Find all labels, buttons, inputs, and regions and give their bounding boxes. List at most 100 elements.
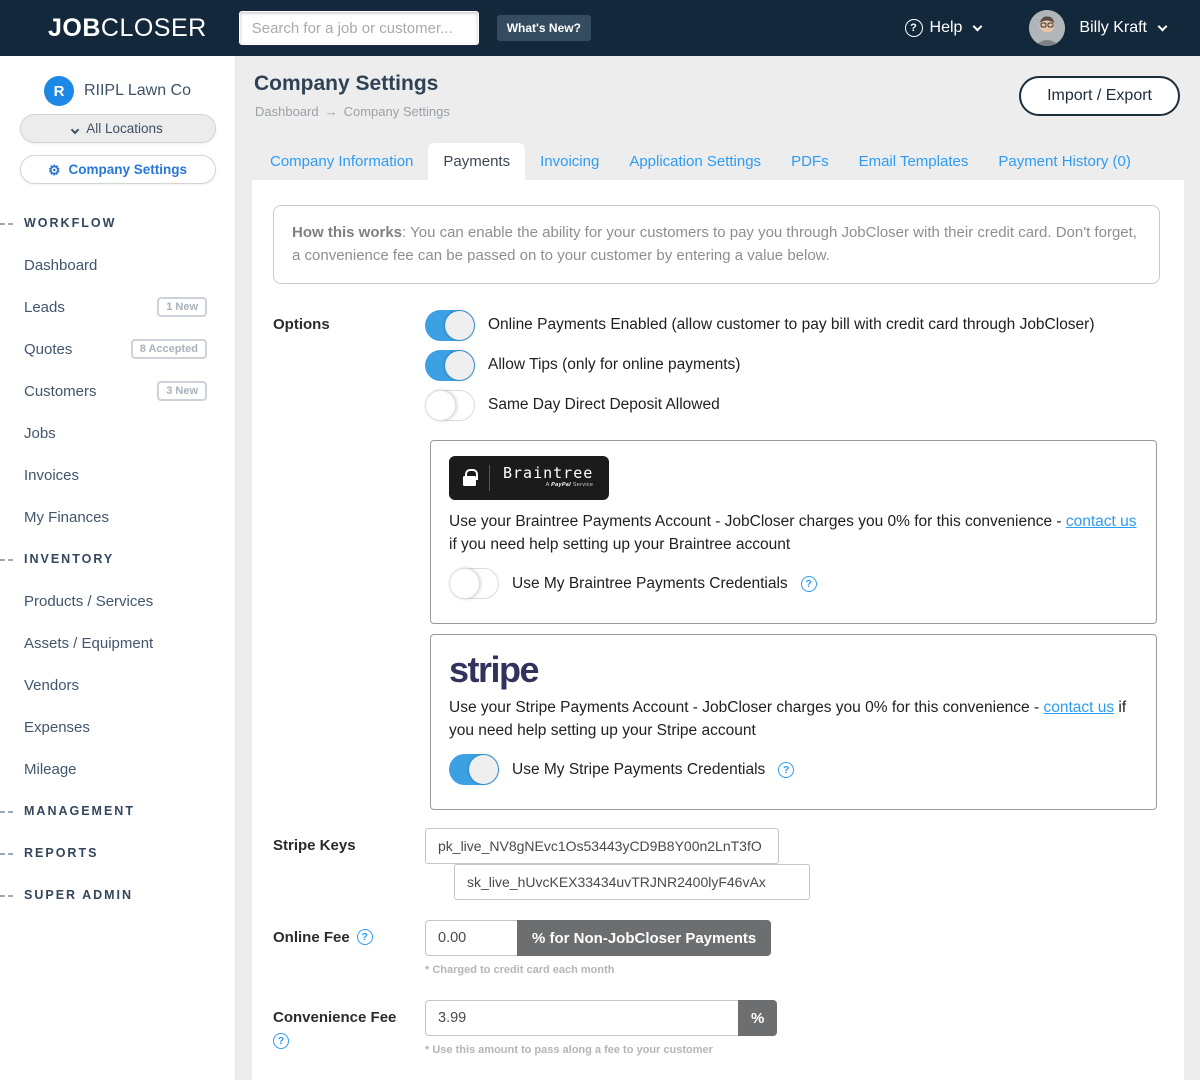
company-logo: R [44, 76, 74, 106]
tab-email-templates[interactable]: Email Templates [844, 143, 984, 180]
main-area: Company Settings Dashboard → Company Setti… [236, 56, 1200, 1080]
convenience-fee-label-row: Convenience Fee ? [273, 1000, 425, 1056]
whats-new-button[interactable]: What's New? [497, 15, 591, 41]
page-header: Company Settings Dashboard → Company Setti… [236, 56, 1200, 180]
how-this-works-note: How this works: You can enable the abili… [273, 205, 1160, 284]
tab-application-settings[interactable]: Application Settings [614, 143, 776, 180]
logo-divider [489, 465, 490, 491]
stripe-credentials-row: Use My Stripe Payments Credentials ? [449, 754, 1138, 785]
top-navbar: JOBCLOSER What's New? ? Help Billy Kraft [0, 0, 1200, 56]
app-logo: JOBCLOSER [48, 14, 207, 43]
braintree-description: Use your Braintree Payments Account - Jo… [449, 510, 1138, 557]
global-search-input[interactable] [239, 11, 479, 45]
sidebar-item-invoices[interactable]: Invoices [0, 454, 235, 496]
chevron-down-icon [973, 22, 983, 32]
convenience-fee-label: Convenience Fee [273, 1009, 396, 1026]
sidebar-item-dashboard[interactable]: Dashboard [0, 244, 235, 286]
sidebar-nav: WORKFLOW Dashboard Leads1 New Quotes8 Ac… [0, 202, 235, 916]
stripe-wordmark: stripe [449, 650, 1138, 690]
logo-light: CLOSER [101, 14, 207, 42]
user-avatar[interactable] [1029, 10, 1065, 46]
section-reports[interactable]: REPORTS [0, 832, 235, 874]
avatar-image [1029, 10, 1065, 46]
allow-tips-toggle[interactable] [425, 350, 475, 381]
convenience-fee-hint: * Use this amount to pass along a fee to… [425, 1044, 1160, 1056]
help-menu[interactable]: ? Help [905, 19, 982, 37]
tab-company-information[interactable]: Company Information [255, 143, 428, 180]
sidebar-item-jobs[interactable]: Jobs [0, 412, 235, 454]
breadcrumb-arrow-icon: → [325, 104, 338, 119]
contact-us-link[interactable]: contact us [1043, 699, 1114, 716]
lock-icon [463, 476, 476, 486]
page-title: Company Settings [254, 72, 438, 96]
company-name: RIIPL Lawn Co [84, 82, 191, 100]
help-label: Help [930, 19, 963, 37]
settings-tabs: Company Information Payments Invoicing A… [255, 143, 1146, 180]
online-fee-hint: * Charged to credit card each month [425, 964, 1160, 976]
sidebar: R RIIPL Lawn Co All Locations ⚙ Company … [0, 56, 236, 1080]
breadcrumb: Dashboard → Company Settings [255, 104, 450, 119]
braintree-credentials-label: Use My Braintree Payments Credentials [512, 575, 788, 593]
online-payments-toggle-row: Online Payments Enabled (allow customer … [425, 310, 1160, 341]
same-day-deposit-toggle[interactable] [425, 390, 475, 421]
stripe-credentials-label: Use My Stripe Payments Credentials [512, 761, 765, 779]
online-fee-label-row: Online Fee ? [273, 920, 425, 976]
online-fee-input[interactable] [425, 920, 517, 956]
braintree-credentials-toggle[interactable] [449, 568, 499, 599]
allow-tips-toggle-row: Allow Tips (only for online payments) [425, 350, 1160, 381]
section-super-admin[interactable]: SUPER ADMIN [0, 874, 235, 916]
sidebar-item-vendors[interactable]: Vendors [0, 664, 235, 706]
braintree-wordmark: Braintree [503, 464, 593, 482]
section-workflow: WORKFLOW [0, 202, 235, 244]
convenience-fee-help-icon[interactable]: ? [273, 1033, 289, 1049]
options-label: Options [273, 310, 425, 430]
stripe-help-icon[interactable]: ? [778, 762, 794, 778]
sidebar-item-customers[interactable]: Customers3 New [0, 370, 235, 412]
stripe-keys-label: Stripe Keys [273, 828, 425, 900]
all-locations-label: All Locations [86, 121, 163, 136]
import-export-button[interactable]: Import / Export [1019, 76, 1180, 116]
note-body: : You can enable the ability for your cu… [292, 224, 1137, 264]
sidebar-item-expenses[interactable]: Expenses [0, 706, 235, 748]
help-icon: ? [905, 19, 923, 37]
same-day-deposit-toggle-row: Same Day Direct Deposit Allowed [425, 390, 1160, 421]
convenience-fee-input[interactable] [425, 1000, 738, 1036]
section-management[interactable]: MANAGEMENT [0, 790, 235, 832]
breadcrumb-current: Company Settings [344, 104, 450, 119]
tab-payments[interactable]: Payments [428, 143, 525, 180]
leads-badge: 1 New [157, 297, 207, 317]
logo-bold: JOB [48, 14, 101, 42]
tab-payment-history[interactable]: Payment History (0) [983, 143, 1146, 180]
payments-panel: How this works: You can enable the abili… [252, 180, 1184, 1080]
stripe-publishable-key-input[interactable] [425, 828, 779, 864]
stripe-box: stripe Use your Stripe Payments Account … [430, 634, 1157, 810]
stripe-credentials-toggle[interactable] [449, 754, 499, 785]
sidebar-item-my-finances[interactable]: My Finances [0, 496, 235, 538]
same-day-deposit-label: Same Day Direct Deposit Allowed [488, 396, 720, 414]
sidebar-item-assets-equipment[interactable]: Assets / Equipment [0, 622, 235, 664]
contact-us-link[interactable]: contact us [1066, 513, 1137, 530]
stripe-secret-key-input[interactable] [454, 864, 810, 900]
sidebar-item-mileage[interactable]: Mileage [0, 748, 235, 790]
online-fee-help-icon[interactable]: ? [357, 929, 373, 945]
all-locations-dropdown[interactable]: All Locations [20, 114, 216, 143]
convenience-fee-addon: % [738, 1000, 777, 1036]
online-fee-label: Online Fee [273, 929, 350, 946]
online-payments-toggle[interactable] [425, 310, 475, 341]
chevron-down-icon [1158, 22, 1168, 32]
breadcrumb-dashboard[interactable]: Dashboard [255, 104, 319, 119]
sidebar-item-products-services[interactable]: Products / Services [0, 580, 235, 622]
paypal-service-tagline: A PayPal Service [503, 483, 593, 489]
user-menu[interactable]: Billy Kraft [1079, 19, 1166, 37]
online-payments-label: Online Payments Enabled (allow customer … [488, 316, 1095, 334]
tab-invoicing[interactable]: Invoicing [525, 143, 614, 180]
sidebar-item-quotes[interactable]: Quotes8 Accepted [0, 328, 235, 370]
tab-pdfs[interactable]: PDFs [776, 143, 844, 180]
quotes-badge: 8 Accepted [131, 339, 207, 359]
stripe-description: Use your Stripe Payments Account - JobCl… [449, 696, 1138, 743]
sidebar-item-leads[interactable]: Leads1 New [0, 286, 235, 328]
company-settings-button[interactable]: ⚙ Company Settings [20, 155, 216, 184]
braintree-help-icon[interactable]: ? [801, 576, 817, 592]
allow-tips-label: Allow Tips (only for online payments) [488, 356, 740, 374]
online-fee-addon: % for Non-JobCloser Payments [517, 920, 771, 956]
